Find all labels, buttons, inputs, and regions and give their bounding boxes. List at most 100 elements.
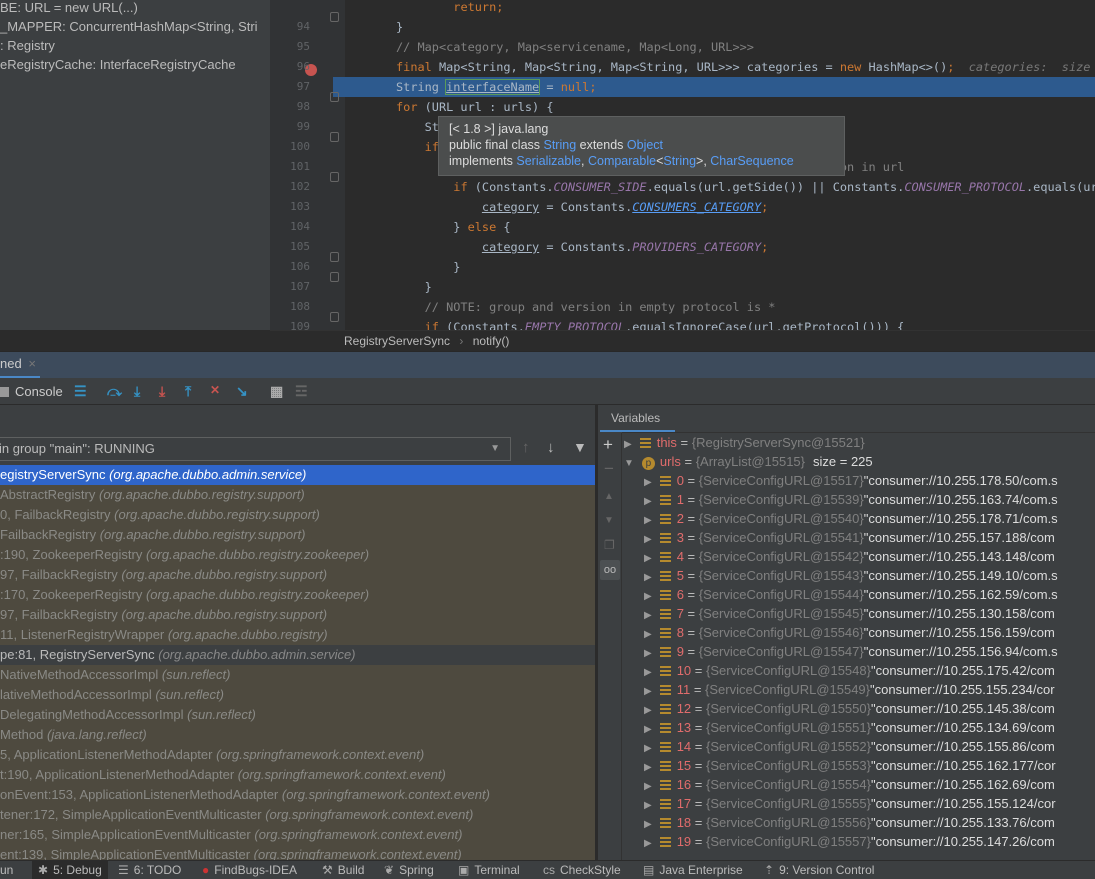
fold-marker-icon[interactable] [330, 172, 339, 182]
stack-frame[interactable]: onEvent:153, ApplicationListenerMethodAd… [0, 785, 595, 805]
move-up-icon[interactable]: ▲ [604, 491, 614, 502]
expand-arrow-icon[interactable]: ▶ [644, 762, 652, 773]
tool-window-button[interactable]: cs CheckStyle [543, 861, 621, 879]
step-into-icon[interactable]: ⤓ [134, 383, 140, 400]
variable-row-urls[interactable]: ▼ p urls = {ArrayList@15515} size = 225 [624, 452, 873, 471]
tool-window-button[interactable]: ● FindBugs-IDEA [202, 861, 297, 879]
tool-window-button[interactable]: ⇡ 9: Version Control [764, 861, 874, 879]
variable-row[interactable]: ▶ 19 = {ServiceConfigURL@15557}"consumer:… [644, 832, 1055, 851]
add-icon[interactable]: + [603, 435, 613, 455]
expand-arrow-icon[interactable]: ▶ [644, 705, 652, 716]
force-step-into-icon[interactable]: ⤓ [159, 383, 165, 400]
variable-row[interactable]: ▶ 15 = {ServiceConfigURL@15553}"consumer:… [644, 756, 1056, 775]
variable-row-this[interactable]: ▶ this = {RegistryServerSync@15521} [624, 433, 865, 452]
structure-item[interactable]: : Registry [0, 38, 55, 53]
stack-frame[interactable]: AbstractRegistry (org.apache.dubbo.regis… [0, 485, 595, 505]
watches-glasses-icon[interactable]: oo [600, 560, 620, 580]
variable-row[interactable]: ▶ 4 = {ServiceConfigURL@15542}"consumer:/… [644, 547, 1055, 566]
stack-frame[interactable]: egistryServerSync (org.apache.dubbo.admi… [0, 465, 595, 485]
expand-arrow-icon[interactable]: ▶ [624, 439, 632, 450]
variable-row[interactable]: ▶ 7 = {ServiceConfigURL@15545}"consumer:/… [644, 604, 1055, 623]
expand-arrow-icon[interactable]: ▶ [644, 553, 652, 564]
tool-window-button[interactable]: ▤ Java Enterprise [643, 861, 743, 879]
stack-frame[interactable]: Method (java.lang.reflect) [0, 725, 595, 745]
stack-frame[interactable]: ner:165, SimpleApplicationEventMulticast… [0, 825, 595, 845]
fold-marker-icon[interactable] [330, 12, 339, 22]
variable-row[interactable]: ▶ 10 = {ServiceConfigURL@15548}"consumer:… [644, 661, 1055, 680]
evaluate-expression-icon[interactable]: ▦ [270, 383, 283, 400]
structure-item[interactable]: _MAPPER: ConcurrentHashMap<String, Stri [0, 19, 258, 34]
fold-marker-icon[interactable] [330, 252, 339, 262]
copy-icon[interactable]: ❐ [604, 538, 615, 552]
tooltip-link[interactable]: Object [627, 138, 663, 152]
arrow-up-icon[interactable]: ↑ [522, 439, 530, 456]
expand-arrow-icon[interactable]: ▶ [644, 667, 652, 678]
structure-item[interactable]: eRegistryCache: InterfaceRegistryCache [0, 57, 236, 72]
fold-marker-icon[interactable] [330, 132, 339, 142]
tool-window-button[interactable]: ✱ 5: Debug [32, 861, 108, 879]
variable-row[interactable]: ▶ 11 = {ServiceConfigURL@15549}"consumer:… [644, 680, 1055, 699]
variable-row[interactable]: ▶ 14 = {ServiceConfigURL@15552}"consumer:… [644, 737, 1055, 756]
tool-window-button[interactable]: ☰ 6: TODO [118, 861, 181, 879]
stack-frame[interactable]: 5, ApplicationListenerMethodAdapter (org… [0, 745, 595, 765]
variable-row[interactable]: ▶ 8 = {ServiceConfigURL@15546}"consumer:/… [644, 623, 1055, 642]
move-down-icon[interactable]: ▼ [604, 515, 614, 526]
collapse-arrow-icon[interactable]: ▼ [624, 458, 634, 469]
expand-arrow-icon[interactable]: ▶ [644, 686, 652, 697]
stack-frame[interactable]: :170, ZookeeperRegistry (org.apache.dubb… [0, 585, 595, 605]
debug-session-tab[interactable]: ned × [0, 352, 40, 378]
expand-arrow-icon[interactable]: ▶ [644, 629, 652, 640]
close-icon[interactable]: × [28, 356, 36, 371]
expand-arrow-icon[interactable]: ▶ [644, 838, 652, 849]
console-tab[interactable]: Console [15, 384, 63, 399]
expand-arrow-icon[interactable]: ▶ [644, 724, 652, 735]
stack-frame[interactable]: ent:139, SimpleApplicationEventMulticast… [0, 845, 595, 860]
variable-row[interactable]: ▶ 0 = {ServiceConfigURL@15517}"consumer:/… [644, 471, 1058, 490]
expand-arrow-icon[interactable]: ▶ [644, 591, 652, 602]
variable-row[interactable]: ▶ 3 = {ServiceConfigURL@15541}"consumer:/… [644, 528, 1055, 547]
thread-selector[interactable]: in group "main": RUNNING ▼ [0, 437, 511, 461]
fold-marker-icon[interactable] [330, 92, 339, 102]
tool-window-button[interactable]: ⚒ Build [322, 861, 364, 879]
stack-frame[interactable]: 97, FailbackRegistry (org.apache.dubbo.r… [0, 605, 595, 625]
tool-window-button[interactable]: ▣ Terminal [458, 861, 520, 879]
stack-frame[interactable]: DelegatingMethodAccessorImpl (sun.reflec… [0, 705, 595, 725]
filter-icon[interactable]: ▼ [573, 439, 587, 455]
variable-row[interactable]: ▶ 1 = {ServiceConfigURL@15539}"consumer:/… [644, 490, 1058, 509]
variable-row[interactable]: ▶ 16 = {ServiceConfigURL@15554}"consumer:… [644, 775, 1055, 794]
step-over-icon[interactable]: ⤼ [107, 383, 122, 400]
variable-row[interactable]: ▶ 13 = {ServiceConfigURL@15551}"consumer:… [644, 718, 1055, 737]
variable-row[interactable]: ▶ 6 = {ServiceConfigURL@15544}"consumer:/… [644, 585, 1058, 604]
variable-row[interactable]: ▶ 5 = {ServiceConfigURL@15543}"consumer:/… [644, 566, 1058, 585]
tooltip-link[interactable]: String [663, 154, 696, 168]
stack-frame[interactable]: NativeMethodAccessorImpl (sun.reflect) [0, 665, 595, 685]
expand-arrow-icon[interactable]: ▶ [644, 648, 652, 659]
remove-icon[interactable]: − [604, 459, 614, 479]
variable-row[interactable]: ▶ 12 = {ServiceConfigURL@15550}"consumer:… [644, 699, 1055, 718]
trace-icon[interactable]: ☲ [295, 383, 308, 400]
breadcrumb-class[interactable]: RegistryServerSync [344, 334, 450, 348]
expand-arrow-icon[interactable]: ▶ [644, 819, 652, 830]
structure-item[interactable]: BE: URL = new URL(...) [0, 0, 138, 15]
expand-arrow-icon[interactable]: ▶ [644, 572, 652, 583]
stack-frame[interactable]: tener:172, SimpleApplicationEventMultica… [0, 805, 595, 825]
arrow-down-icon[interactable]: ↓ [547, 439, 555, 456]
expand-arrow-icon[interactable]: ▶ [644, 610, 652, 621]
expand-arrow-icon[interactable]: ▶ [644, 743, 652, 754]
tooltip-link[interactable]: String [544, 138, 577, 152]
drop-frame-icon[interactable]: ✕ [210, 383, 220, 397]
expand-arrow-icon[interactable]: ▶ [644, 800, 652, 811]
fold-marker-icon[interactable] [330, 272, 339, 282]
expand-arrow-icon[interactable]: ▶ [644, 781, 652, 792]
stack-frame[interactable]: 0, FailbackRegistry (org.apache.dubbo.re… [0, 505, 595, 525]
stack-frame[interactable]: :190, ZookeeperRegistry (org.apache.dubb… [0, 545, 595, 565]
variable-row[interactable]: ▶ 17 = {ServiceConfigURL@15555}"consumer:… [644, 794, 1056, 813]
tool-window-button[interactable]: un [0, 861, 13, 879]
tooltip-link[interactable]: Serializable [516, 154, 581, 168]
variable-row[interactable]: ▶ 18 = {ServiceConfigURL@15556}"consumer:… [644, 813, 1055, 832]
stack-frame[interactable]: 11, ListenerRegistryWrapper (org.apache.… [0, 625, 595, 645]
variable-row[interactable]: ▶ 9 = {ServiceConfigURL@15547}"consumer:/… [644, 642, 1058, 661]
stack-frame[interactable]: FailbackRegistry (org.apache.dubbo.regis… [0, 525, 595, 545]
tooltip-link[interactable]: Comparable [588, 154, 656, 168]
tooltip-link[interactable]: CharSequence [710, 154, 793, 168]
